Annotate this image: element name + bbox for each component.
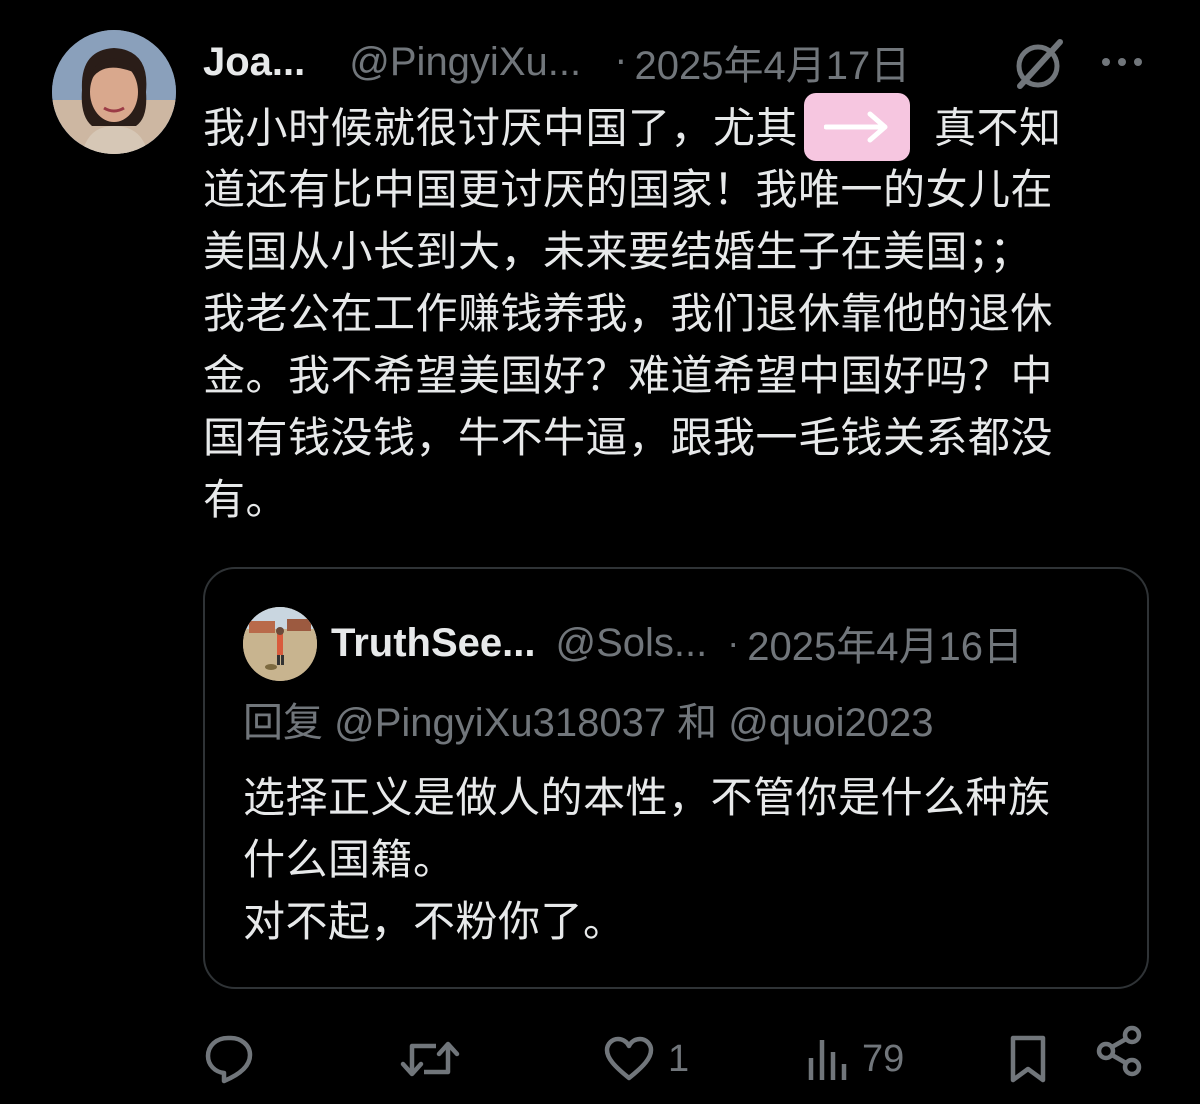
arrow-right-icon (804, 93, 911, 161)
reply-button[interactable] (204, 1034, 270, 1084)
author-avatar[interactable] (52, 30, 176, 154)
reply-to-line: 回复 @PingyiXu318037 和 @quoi2023 (243, 701, 934, 745)
like-count: 1 (668, 1037, 690, 1080)
heart-icon (604, 1036, 654, 1081)
tweet-text-line: 金。我不希望美国好？难道希望中国好吗？中 (203, 351, 1054, 400)
quoted-text: 选择正义是做人的本性，不管你是什么种族 什么国籍。 对不起，不粉你了。 (243, 767, 1123, 953)
tweet-text-line: 有。 (203, 475, 289, 524)
bookmark-icon (1010, 1035, 1046, 1083)
action-bar: 1 79 (0, 1024, 1200, 1094)
views-button[interactable]: 79 (806, 1034, 904, 1084)
tweet-text-line: 我小时候就很讨厌中国了，尤其 真不知 (203, 93, 1123, 161)
share-icon (1096, 1025, 1142, 1077)
tweet-text-segment: 真不知 (934, 103, 1062, 153)
more-icon[interactable] (1098, 50, 1146, 74)
retweet-icon (400, 1041, 460, 1077)
retweet-button[interactable] (400, 1034, 474, 1084)
quoted-text-line: 选择正义是做人的本性，不管你是什么种族 (243, 773, 1051, 822)
views-count: 79 (862, 1037, 905, 1080)
quoted-handle[interactable]: @Sols... (556, 621, 708, 666)
author-handle[interactable]: @PingyiXu... (349, 40, 581, 85)
views-icon (808, 1040, 847, 1080)
avatar-image (52, 30, 176, 154)
quoted-author-avatar[interactable] (243, 607, 317, 681)
quoted-text-line: 对不起，不粉你了。 (243, 897, 626, 946)
quoted-text-line: 什么国籍。 (243, 835, 456, 884)
tweet-date[interactable]: 2025年4月17日 (635, 33, 911, 91)
tweet-text-line: 我老公在工作赚钱养我，我们退休靠他的退休 (203, 289, 1054, 338)
like-button[interactable]: 1 (604, 1034, 689, 1084)
tweet-header: Joa... @PingyiXu... · 2025年4月17日 (203, 33, 911, 91)
tweet-text-line: 国有钱没钱，牛不牛逼，跟我一毛钱关系都没 (203, 413, 1054, 462)
quoted-display-name[interactable]: TruthSee... (331, 621, 536, 666)
tweet-text-line: 美国从小长到大，未来要结婚生子在美国；； (203, 227, 1033, 276)
quoted-header-separator: · (727, 622, 740, 663)
quoted-avatar-image (243, 607, 317, 681)
grok-icon[interactable] (1012, 36, 1068, 92)
quoted-date[interactable]: 2025年4月16日 (747, 614, 1023, 672)
quoted-header: TruthSee... @Sols... · 2025年4月16日 (331, 614, 1023, 672)
tweet-text-line: 道还有比中国更讨厌的国家！我唯一的女儿在 (203, 165, 1054, 214)
header-separator: · (615, 41, 627, 83)
quoted-tweet[interactable]: TruthSee... @Sols... · 2025年4月16日 回复 @Pi… (203, 567, 1149, 989)
author-display-name[interactable]: Joa... (203, 40, 305, 85)
tweet[interactable]: Joa... @PingyiXu... · 2025年4月17日 我小时候就很讨… (0, 0, 1200, 1104)
reply-icon (205, 1035, 253, 1084)
tweet-text-segment: 我小时候就很讨厌中国了，尤其 (203, 103, 799, 153)
share-button[interactable] (1094, 1025, 1146, 1077)
bookmark-button[interactable] (1008, 1034, 1048, 1084)
tweet-text: 我小时候就很讨厌中国了，尤其 真不知 道还有比中国更讨厌的国家！我唯一的女儿在 美… (203, 93, 1123, 531)
